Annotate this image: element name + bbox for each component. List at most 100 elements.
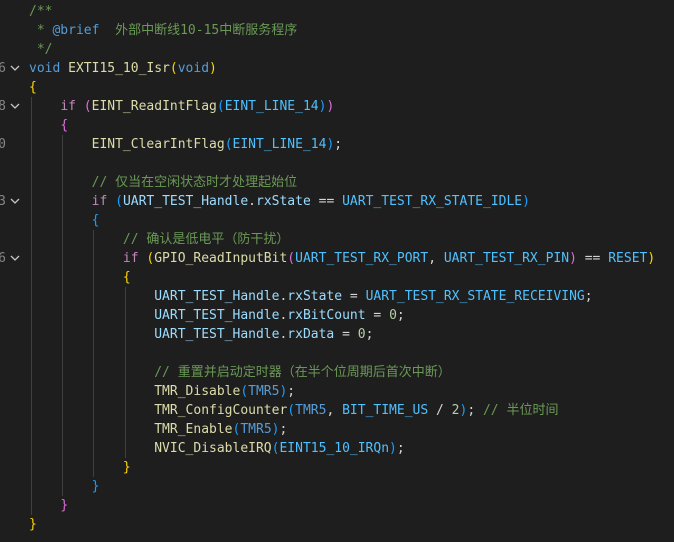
- code-token: EXTI15_10_Isr: [68, 61, 170, 76]
- code-token: *: [29, 23, 53, 38]
- code-token: ,: [326, 403, 343, 418]
- code-text[interactable]: UART_TEST_Handle.rxData = 0;: [29, 325, 373, 344]
- code-token: UART_TEST_RX_PORT: [295, 251, 429, 266]
- code-line[interactable]: {: [0, 268, 674, 287]
- code-text[interactable]: }: [29, 458, 131, 477]
- line-number: 8: [0, 99, 6, 114]
- code-text[interactable]: UART_TEST_Handle.rxBitCount = 0;: [29, 306, 405, 325]
- code-line[interactable]: 6 if (GPIO_ReadInputBit(UART_TEST_RX_POR…: [0, 249, 674, 268]
- fold-chevron-icon[interactable]: [10, 192, 22, 211]
- code-token: ): [389, 441, 397, 456]
- code-text[interactable]: UART_TEST_Handle.rxState = UART_TEST_RX_…: [29, 287, 593, 306]
- code-text[interactable]: // 仅当在空闲状态时才处理起始位: [29, 173, 297, 192]
- code-line[interactable]: {: [0, 78, 674, 97]
- code-text[interactable]: // 重置并启动定时器（在半个位周期后首次中断）: [29, 363, 450, 382]
- code-token: ,: [428, 251, 444, 266]
- code-token: ;: [584, 289, 593, 304]
- code-token: UART_TEST_RX_PIN: [443, 251, 570, 266]
- code-token: rxState: [256, 194, 311, 209]
- code-text[interactable]: */: [29, 40, 53, 59]
- code-line[interactable]: }: [0, 496, 674, 515]
- code-token: ): [209, 61, 217, 76]
- code-line[interactable]: {: [0, 116, 674, 135]
- code-line[interactable]: {: [0, 211, 674, 230]
- code-text[interactable]: void EXTI15_10_Isr(void): [29, 59, 217, 78]
- code-line[interactable]: // 确认是低电平（防干扰）: [0, 230, 674, 249]
- code-text[interactable]: {: [29, 268, 131, 287]
- code-line[interactable]: UART_TEST_Handle.rxData = 0;: [0, 325, 674, 344]
- code-text[interactable]: {: [29, 211, 100, 230]
- code-line[interactable]: TMR_Enable(TMR5);: [0, 420, 674, 439]
- code-line[interactable]: */: [0, 40, 674, 59]
- code-line[interactable]: [0, 344, 674, 363]
- code-text[interactable]: if (GPIO_ReadInputBit(UART_TEST_RX_PORT,…: [29, 249, 655, 268]
- code-token: }: [122, 460, 131, 475]
- code-line[interactable]: // 重置并启动定时器（在半个位周期后首次中断）: [0, 363, 674, 382]
- fold-chevron-icon[interactable]: [10, 97, 22, 116]
- line-number: 6: [0, 61, 6, 76]
- code-text[interactable]: }: [29, 477, 100, 496]
- code-token: EINT_ReadIntFlag: [91, 99, 217, 114]
- code-token: UART_TEST_Handle: [154, 308, 280, 323]
- line-number: 3: [0, 194, 6, 209]
- code-token: RESET: [608, 251, 648, 266]
- code-line[interactable]: 3 if (UART_TEST_Handle.rxState == UART_T…: [0, 192, 674, 211]
- code-text[interactable]: }: [29, 515, 37, 534]
- code-token: ==: [310, 194, 343, 209]
- code-token: ;: [396, 441, 405, 456]
- code-text[interactable]: TMR_ConfigCounter(TMR5, BIT_TIME_US / 2)…: [29, 401, 558, 420]
- code-line[interactable]: [0, 154, 674, 173]
- code-line[interactable]: 8 if (EINT_ReadIntFlag(EINT_LINE_14)): [0, 97, 674, 116]
- code-line[interactable]: }: [0, 477, 674, 496]
- code-text[interactable]: {: [29, 78, 37, 97]
- code-text[interactable]: {: [29, 116, 68, 135]
- code-text[interactable]: TMR_Enable(TMR5);: [29, 420, 287, 439]
- code-text[interactable]: if (EINT_ReadIntFlag(EINT_LINE_14)): [29, 97, 334, 116]
- code-line[interactable]: }: [0, 515, 674, 534]
- code-text[interactable]: * @brief 外部中断线10-15中断服务程序: [29, 21, 297, 40]
- code-token: ;: [396, 308, 405, 323]
- code-line[interactable]: 0 EINT_ClearIntFlag(EINT_LINE_14);: [0, 135, 674, 154]
- code-token: void: [29, 61, 61, 76]
- fold-chevron-icon[interactable]: [10, 249, 22, 268]
- code-text[interactable]: // 确认是低电平（防干扰）: [29, 230, 289, 249]
- code-token: {: [91, 213, 100, 228]
- code-line[interactable]: UART_TEST_Handle.rxBitCount = 0;: [0, 306, 674, 325]
- code-token: EINT_LINE_14: [224, 99, 319, 114]
- code-line[interactable]: // 仅当在空闲状态时才处理起始位: [0, 173, 674, 192]
- code-line[interactable]: 6 void EXTI15_10_Isr(void): [0, 59, 674, 78]
- code-text[interactable]: NVIC_DisableIRQ(EINT15_10_IRQn);: [29, 439, 405, 458]
- code-line[interactable]: }: [0, 458, 674, 477]
- code-editor[interactable]: /** * @brief 外部中断线10-15中断服务程序 */6 void EX…: [0, 0, 674, 542]
- code-text[interactable]: if (UART_TEST_Handle.rxState == UART_TES…: [29, 192, 530, 211]
- code-token: BIT_TIME_US: [342, 403, 429, 418]
- code-line[interactable]: TMR_ConfigCounter(TMR5, BIT_TIME_US / 2)…: [0, 401, 674, 420]
- code-line[interactable]: * @brief 外部中断线10-15中断服务程序: [0, 21, 674, 40]
- code-line[interactable]: NVIC_DisableIRQ(EINT15_10_IRQn);: [0, 439, 674, 458]
- code-line[interactable]: UART_TEST_Handle.rxState = UART_TEST_RX_…: [0, 287, 674, 306]
- code-token: */: [29, 42, 53, 57]
- code-token: ;: [287, 384, 296, 399]
- code-token: =: [365, 308, 390, 323]
- code-text[interactable]: /**: [29, 2, 52, 21]
- code-text[interactable]: }: [29, 496, 68, 515]
- code-line[interactable]: /**: [0, 2, 674, 21]
- code-token: if: [91, 194, 108, 209]
- code-text[interactable]: EINT_ClearIntFlag(EINT_LINE_14);: [29, 135, 342, 154]
- code-line[interactable]: TMR_Disable(TMR5);: [0, 382, 674, 401]
- code-text[interactable]: TMR_Disable(TMR5);: [29, 382, 295, 401]
- fold-chevron-icon[interactable]: [10, 59, 22, 78]
- code-token: /: [428, 403, 452, 418]
